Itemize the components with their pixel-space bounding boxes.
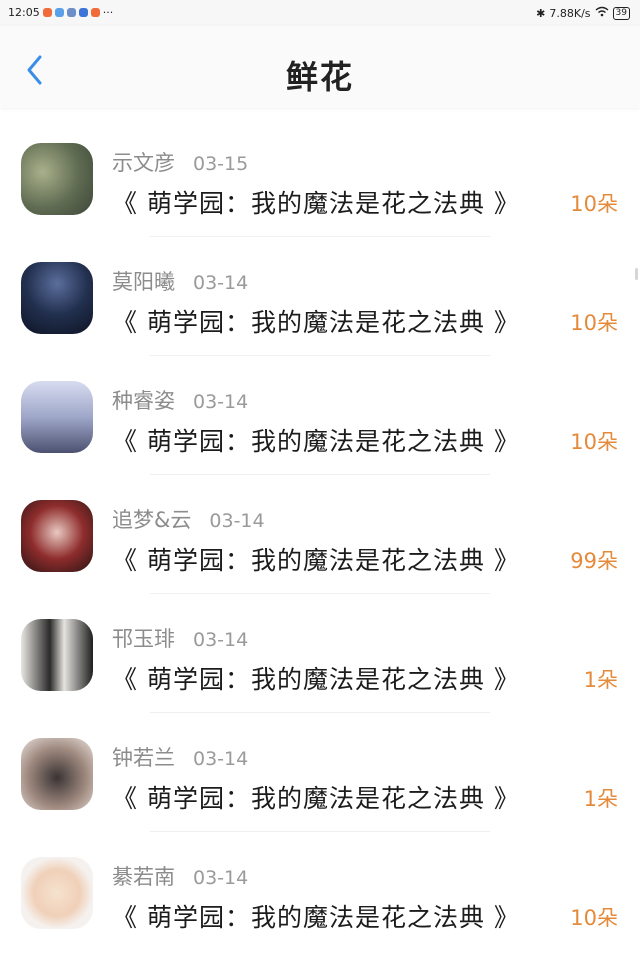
network-speed: 7.88K/s	[549, 6, 591, 20]
user-name: 綦若南	[112, 865, 175, 889]
book-title: 《 萌学园：我的魔法是花之法典 》	[112, 784, 520, 813]
user-name-line: 钟若兰 03-14	[112, 742, 248, 772]
cloud-notification-icon	[54, 8, 64, 17]
list-item[interactable]: 追梦&云 03-14 《 萌学园：我的魔法是花之法典 》 99朵	[0, 475, 640, 594]
avatar[interactable]	[21, 262, 93, 334]
flower-count: 1朵	[583, 787, 618, 811]
flower-count: 10朵	[570, 430, 618, 454]
gift-date: 03-14	[193, 272, 249, 294]
avatar[interactable]	[21, 738, 93, 810]
avatar[interactable]	[21, 381, 93, 453]
gift-date: 03-14	[193, 391, 249, 413]
status-time: 12:05	[8, 6, 40, 19]
list-item[interactable]: 綦若南 03-14 《 萌学园：我的魔法是花之法典 》 10朵	[0, 832, 640, 951]
app-notification-icon	[78, 8, 88, 17]
user-name-line: 追梦&云 03-14	[112, 504, 265, 534]
page-title: 鲜花	[285, 58, 354, 96]
list-item[interactable]: 莫阳曦 03-14 《 萌学园：我的魔法是花之法典 》 10朵	[0, 237, 640, 356]
user-name-line: 綦若南 03-14	[112, 861, 248, 891]
user-name: 种睿姿	[112, 389, 175, 413]
status-left: 12:05 ···	[8, 6, 113, 19]
book-title: 《 萌学园：我的魔法是花之法典 》	[112, 665, 520, 694]
book-title: 《 萌学园：我的魔法是花之法典 》	[112, 903, 520, 932]
book-title: 《 萌学园：我的魔法是花之法典 》	[112, 546, 520, 575]
user-name: 示文彦	[112, 151, 175, 175]
app-notification-icon	[66, 8, 76, 17]
gift-date: 03-14	[209, 510, 265, 532]
list-item[interactable]: 邗玉琲 03-14 《 萌学园：我的魔法是花之法典 》 1朵	[0, 594, 640, 713]
status-right: ✱ 7.88K/s 39	[536, 6, 630, 20]
list-item[interactable]: 种睿姿 03-14 《 萌学园：我的魔法是花之法典 》 10朵	[0, 356, 640, 475]
more-notifications-icon: ···	[102, 6, 114, 19]
bluetooth-icon: ✱	[536, 6, 546, 20]
gift-date: 03-15	[193, 153, 249, 175]
book-title: 《 萌学园：我的魔法是花之法典 》	[112, 189, 520, 218]
flower-count: 10朵	[570, 311, 618, 335]
gift-date: 03-14	[193, 867, 249, 889]
flower-count: 99朵	[570, 549, 618, 573]
avatar[interactable]	[21, 143, 93, 215]
weibo-notification-icon	[42, 8, 52, 17]
flower-list: 示文彦 03-15 《 萌学园：我的魔法是花之法典 》 10朵 莫阳曦 03-14 …	[0, 118, 640, 951]
user-name-line: 示文彦 03-15	[112, 147, 248, 177]
status-bar: 12:05 ··· ✱ 7.88K/s 39	[0, 0, 640, 26]
user-name-line: 邗玉琲 03-14	[112, 623, 248, 653]
user-name: 莫阳曦	[112, 270, 175, 294]
avatar[interactable]	[21, 500, 93, 572]
avatar[interactable]	[21, 619, 93, 691]
user-name: 钟若兰	[112, 746, 175, 770]
user-name-line: 莫阳曦 03-14	[112, 266, 248, 296]
flower-count: 1朵	[583, 668, 618, 692]
avatar[interactable]	[21, 857, 93, 929]
flower-count: 10朵	[570, 906, 618, 930]
list-item[interactable]: 钟若兰 03-14 《 萌学园：我的魔法是花之法典 》 1朵	[0, 713, 640, 832]
weibo-notification-icon	[90, 8, 100, 17]
gift-date: 03-14	[193, 748, 249, 770]
list-item[interactable]: 示文彦 03-15 《 萌学园：我的魔法是花之法典 》 10朵	[0, 118, 640, 237]
book-title: 《 萌学园：我的魔法是花之法典 》	[112, 308, 520, 337]
user-name-line: 种睿姿 03-14	[112, 385, 248, 415]
battery-indicator: 39	[612, 6, 630, 20]
user-name: 追梦&云	[112, 508, 192, 532]
wifi-icon	[595, 6, 609, 20]
flower-count: 10朵	[570, 192, 618, 216]
header: 鲜花	[0, 26, 640, 108]
user-name: 邗玉琲	[112, 627, 175, 651]
book-title: 《 萌学园：我的魔法是花之法典 》	[112, 427, 520, 456]
gift-date: 03-14	[193, 629, 249, 651]
